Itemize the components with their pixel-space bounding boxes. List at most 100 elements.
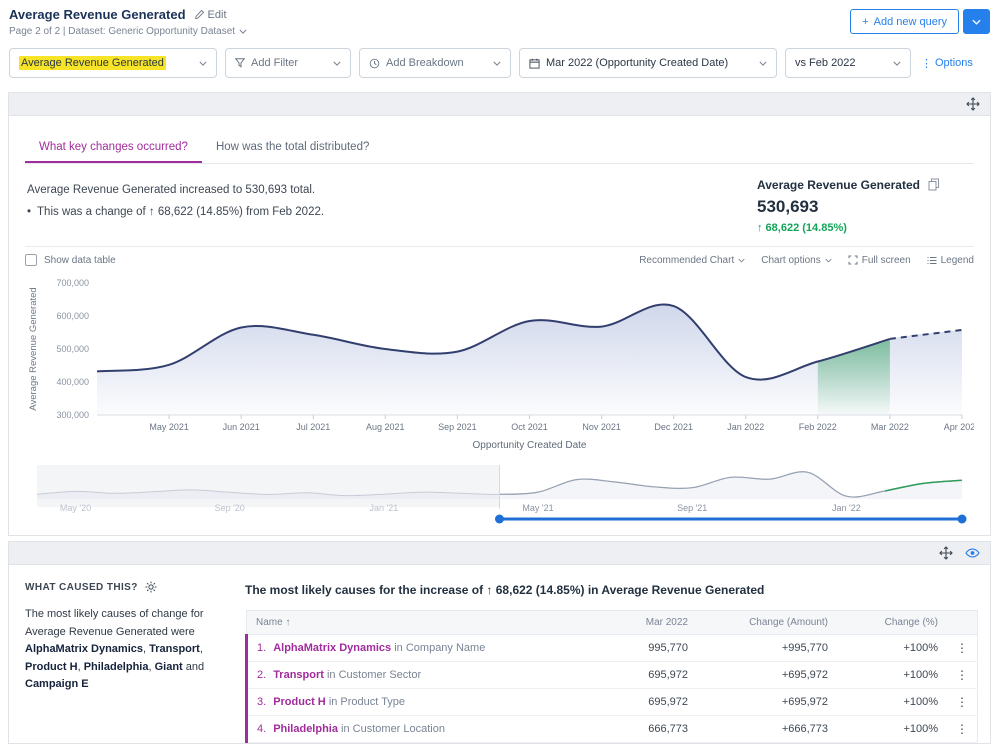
svg-text:Mar 2022: Mar 2022: [871, 422, 909, 432]
insight-panel: What key changes occurred? How was the t…: [8, 92, 991, 536]
chevron-down-icon: [493, 61, 501, 66]
funnel-icon: [235, 58, 245, 68]
table-header-row: Name ↑ Mar 2022 Change (Amount) Change (…: [246, 610, 978, 635]
cause-dimension: in Customer Location: [341, 723, 445, 735]
cause-value: 666,773: [577, 715, 697, 743]
edit-button[interactable]: Edit: [194, 9, 227, 21]
time-range-brush[interactable]: May '20 Sep '20 Jan '21 May '21 Sep '21 Jan '…: [25, 463, 974, 525]
show-data-table-checkbox[interactable]: [25, 254, 37, 266]
cause-change-pct: +100%: [837, 688, 947, 716]
column-header-change-pct[interactable]: Change (%): [837, 610, 947, 635]
chevron-down-icon: [893, 61, 901, 66]
kpi-label: Average Revenue Generated: [757, 178, 920, 192]
add-filter-dropdown[interactable]: Add Filter: [225, 48, 351, 78]
svg-text:May '21: May '21: [522, 503, 553, 513]
cause-link[interactable]: AlphaMatrix Dynamics: [273, 642, 391, 654]
breadcrumb-text: Page 2 of 2 | Dataset: Generic Opportuni…: [9, 26, 236, 37]
cause-change-amount: +695,972: [697, 688, 837, 716]
svg-text:Opportunity Created Date: Opportunity Created Date: [473, 440, 587, 451]
row-menu-button[interactable]: ⋮: [947, 715, 978, 743]
cause-name-cell: 3. Product H in Product Type: [245, 688, 577, 716]
svg-text:700,000: 700,000: [56, 278, 89, 288]
gear-icon[interactable]: [145, 581, 157, 593]
date-range-dropdown[interactable]: Mar 2022 (Opportunity Created Date): [519, 48, 777, 78]
row-menu-button[interactable]: ⋮: [947, 688, 978, 716]
summary-line: Average Revenue Generated increased to 5…: [27, 184, 316, 196]
options-button[interactable]: ⋮ Options: [921, 57, 973, 70]
kebab-icon: ⋮: [921, 57, 932, 70]
recommended-chart-dropdown[interactable]: Recommended Chart: [639, 255, 745, 266]
tab-total-distributed[interactable]: How was the total distributed?: [202, 132, 383, 163]
brush-handle-right[interactable]: [957, 514, 967, 524]
cause-name-cell: 1. AlphaMatrix Dynamics in Company Name: [245, 634, 577, 662]
show-data-table-label: Show data table: [44, 254, 116, 266]
table-row: 4. Philadelphia in Customer Location 666,7…: [245, 715, 978, 743]
sort-asc-icon: ↑: [285, 617, 291, 628]
cause-change-pct: +100%: [837, 661, 947, 689]
full-screen-button[interactable]: Full screen: [848, 255, 911, 266]
kpi-change: ↑ 68,622 (14.85%): [757, 222, 847, 234]
cause-link[interactable]: Philadelphia: [273, 723, 338, 735]
copy-icon[interactable]: [928, 178, 940, 191]
cause-change-amount: +995,770: [697, 634, 837, 662]
row-menu-button[interactable]: ⋮: [947, 634, 978, 662]
legend-button[interactable]: Legend: [927, 255, 974, 266]
cause-dimension: in Company Name: [394, 642, 486, 654]
column-header-change-amount[interactable]: Change (Amount): [697, 610, 837, 635]
fullscreen-icon: [848, 255, 858, 265]
svg-text:Oct 2021: Oct 2021: [511, 422, 548, 432]
table-row: 1. AlphaMatrix Dynamics in Company Name 99…: [245, 634, 978, 662]
cause-value: 695,972: [577, 688, 697, 716]
cause-rank: 2.: [257, 669, 267, 681]
cause-link[interactable]: Product H: [273, 696, 326, 708]
svg-text:500,000: 500,000: [56, 344, 89, 354]
move-handle-icon[interactable]: [966, 97, 980, 111]
column-header-value[interactable]: Mar 2022: [577, 610, 697, 635]
svg-text:Aug 2021: Aug 2021: [366, 422, 405, 432]
cause-value: 995,770: [577, 634, 697, 662]
cause-change-amount: +666,773: [697, 715, 837, 743]
svg-text:Sep '20: Sep '20: [215, 503, 245, 513]
eye-icon[interactable]: [965, 548, 980, 558]
chevron-down-icon: [239, 29, 247, 34]
tab-key-changes[interactable]: What key changes occurred?: [25, 132, 202, 163]
table-row: 2. Transport in Customer Sector 695,972 +69…: [245, 661, 978, 689]
chevron-down-icon: [825, 258, 832, 263]
date-range-value: Mar 2022 (Opportunity Created Date): [546, 57, 729, 69]
svg-text:Average Revenue Generated: Average Revenue Generated: [28, 287, 39, 410]
measure-dropdown[interactable]: Average Revenue Generated: [9, 48, 217, 78]
comparison-value: vs Feb 2022: [795, 57, 856, 69]
bullet-glyph: •: [27, 205, 32, 218]
query-menu-button[interactable]: [963, 9, 990, 34]
chevron-down-icon: [972, 19, 981, 25]
options-label: Options: [935, 57, 973, 69]
cause-rank: 3.: [257, 696, 267, 708]
add-new-query-button[interactable]: + Add new query: [850, 9, 959, 34]
causes-heading: The most likely causes for the increase …: [245, 583, 765, 597]
column-header-name[interactable]: Name ↑: [246, 610, 577, 635]
pencil-icon: [194, 9, 205, 20]
dataset-breadcrumb[interactable]: Page 2 of 2 | Dataset: Generic Opportuni…: [9, 26, 247, 37]
chart-options-dropdown[interactable]: Chart options: [761, 254, 832, 266]
summary-bullet: This was a change of ↑ 68,622 (14.85%) f…: [37, 205, 325, 218]
chart-options-label: Chart options: [761, 254, 821, 266]
insight-panel-header: [9, 93, 990, 116]
chevron-down-icon: [333, 61, 341, 66]
cause-link[interactable]: Transport: [273, 669, 324, 681]
svg-text:600,000: 600,000: [56, 311, 89, 321]
time-range-brush-svg[interactable]: May '20 Sep '20 Jan '21 May '21 Sep '21 Jan '…: [25, 463, 974, 525]
add-filter-label: Add Filter: [251, 57, 299, 69]
causes-sidebar-title: WHAT CAUSED THIS?: [25, 581, 138, 593]
brush-handle-left[interactable]: [495, 514, 504, 524]
move-handle-icon[interactable]: [939, 546, 953, 560]
row-menu-button[interactable]: ⋮: [947, 661, 978, 689]
comparison-dropdown[interactable]: vs Feb 2022: [785, 48, 911, 78]
cause-value: 695,972: [577, 661, 697, 689]
plus-icon: +: [862, 15, 869, 28]
query-bar: Average Revenue Generated Add Filter Add…: [0, 39, 999, 87]
svg-text:Jul 2021: Jul 2021: [296, 422, 330, 432]
revenue-line-chart-svg: 300,000 400,000 500,000 600,000 700,000 May 2…: [28, 278, 974, 451]
chart-toolbar: Show data table Recommended Chart Chart …: [25, 247, 974, 271]
add-breakdown-dropdown[interactable]: Add Breakdown: [359, 48, 511, 78]
causes-panel-header: [9, 542, 990, 565]
